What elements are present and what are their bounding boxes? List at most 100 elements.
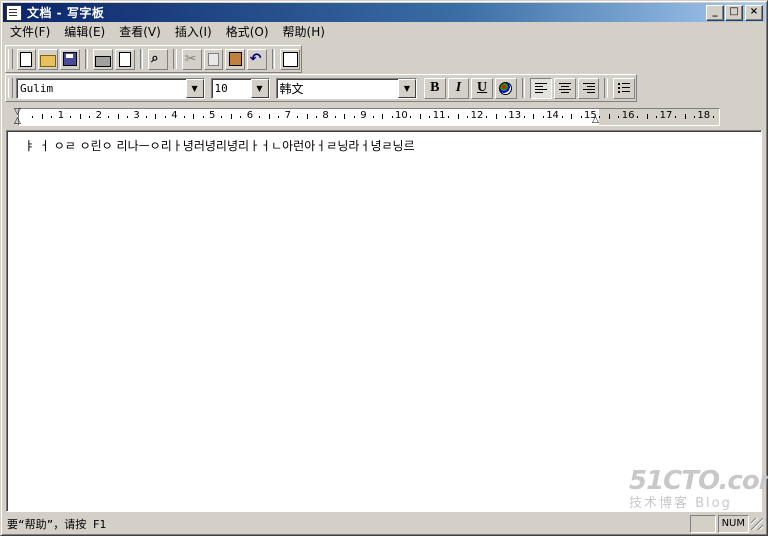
ruler-half-tick: [495, 114, 497, 119]
ruler-half-tick: [79, 114, 81, 119]
resize-grip[interactable]: [751, 518, 763, 530]
italic-button[interactable]: I: [447, 77, 470, 99]
cut-button[interactable]: ✂: [181, 48, 202, 70]
menu-edit[interactable]: 编辑(E): [57, 24, 112, 41]
ruler-number: 16: [621, 110, 635, 121]
format-bar: Gulim ▼ 10 ▼ 韩文 ▼ B I U: [5, 74, 637, 102]
ruler-half-tick: [382, 114, 384, 119]
menu-insert[interactable]: 插入(I): [168, 24, 219, 41]
ruler-dot: [32, 116, 34, 118]
script-select[interactable]: 韩文 ▼: [275, 77, 417, 99]
print-button[interactable]: [93, 48, 114, 70]
title-bar[interactable]: 文档 - 写字板 _ □ ×: [3, 3, 765, 22]
bullets-icon: [618, 83, 631, 93]
ruler-number: 6: [246, 110, 254, 121]
toolbar-separator: [521, 78, 526, 98]
chevron-down-icon[interactable]: ▼: [397, 78, 416, 98]
align-right-button[interactable]: [577, 77, 600, 99]
copy-button[interactable]: [203, 48, 224, 70]
menu-help[interactable]: 帮助(H): [276, 24, 332, 41]
ruler-dot: [504, 116, 506, 118]
watermark: 51CTO.com 技术博客 Blog: [629, 466, 768, 511]
bullets-button[interactable]: [613, 77, 636, 99]
copy-icon: [207, 52, 219, 66]
ruler-dot: [712, 116, 714, 118]
align-center-button[interactable]: [554, 77, 576, 99]
align-left-button[interactable]: [530, 77, 553, 99]
paste-button[interactable]: [225, 48, 245, 70]
ruler-dot: [618, 116, 620, 118]
ruler-half-tick: [457, 114, 459, 119]
ruler-dot: [675, 116, 677, 118]
window-title: 文档 - 写字板: [27, 6, 105, 20]
status-help-text: 要“帮助”，请按 F1: [7, 518, 107, 531]
save-button[interactable]: [59, 48, 80, 70]
toolbar-separator: [271, 49, 276, 69]
menu-format[interactable]: 格式(O): [219, 24, 276, 41]
ruler-dot: [410, 116, 412, 118]
ruler-dot: [448, 116, 450, 118]
ruler-number: 7: [284, 110, 291, 121]
toolbar-grip[interactable]: [8, 49, 13, 69]
toolbar-separator: [173, 49, 177, 69]
ruler-number: 8: [322, 110, 329, 121]
ruler-dot: [656, 116, 658, 118]
chevron-down-icon[interactable]: ▼: [250, 78, 269, 98]
print-icon: [95, 55, 112, 67]
new-button[interactable]: [16, 48, 37, 70]
ruler-strip[interactable]: 1 2 3 4 5 6 7 8 9 10 11 12 13 14 15 16 17 18: [18, 108, 720, 126]
print-preview-icon: [118, 51, 131, 67]
ruler-dot: [202, 116, 204, 118]
undo-button[interactable]: ↶: [246, 48, 267, 70]
underline-button[interactable]: U: [471, 77, 493, 99]
ruler-dot: [561, 116, 563, 118]
close-icon: ×: [749, 6, 759, 17]
ruler-dot: [259, 116, 261, 118]
ruler-number: 4: [171, 110, 178, 121]
ruler-number: 9: [360, 110, 367, 121]
ruler-number: 11: [432, 110, 446, 121]
find-button[interactable]: ⌕: [148, 48, 169, 70]
ruler-number: 1: [57, 110, 65, 121]
ruler-dot: [89, 116, 91, 118]
ruler-dot: [486, 116, 488, 118]
ruler-dot: [391, 116, 393, 118]
date-time-button[interactable]: [280, 48, 300, 70]
font-size-select[interactable]: 10 ▼: [210, 77, 270, 99]
left-indent-marker[interactable]: △: [14, 116, 21, 126]
minimize-icon: _: [712, 6, 718, 17]
close-button[interactable]: ×: [745, 5, 763, 21]
underline-icon: U: [476, 80, 488, 95]
wordpad-app-icon[interactable]: [6, 4, 22, 21]
ruler-number: 12: [470, 110, 484, 121]
document-area[interactable]: ㅑ ㅓ ㅇㄹ ㅇ린ㅇ 리나ㅡㅇ리ㅏ녕러녕리녕리ㅏㅓㄴ아런아ㅓㄹ닝라ㅓ녕ㄹ닝르: [6, 130, 762, 512]
color-button[interactable]: [494, 77, 517, 99]
ruler-number: 13: [508, 110, 522, 121]
bold-button[interactable]: B: [423, 77, 446, 99]
ruler-half-tick: [230, 114, 232, 119]
document-text[interactable]: ㅑ ㅓ ㅇㄹ ㅇ린ㅇ 리나ㅡㅇ리ㅏ녕러녕리녕리ㅏㅓㄴ아런아ㅓㄹ닝라ㅓ녕ㄹ닝르: [24, 137, 415, 154]
ruler-half-tick: [571, 114, 573, 119]
ruler[interactable]: 1 2 3 4 5 6 7 8 9 10 11 12 13 14 15 16 17 18 ▽ △ △: [3, 104, 765, 128]
chevron-down-icon[interactable]: ▼: [185, 78, 204, 98]
status-cell-empty: [689, 515, 716, 533]
right-indent-marker[interactable]: △: [592, 115, 599, 125]
ruler-dot: [467, 116, 469, 118]
maximize-button[interactable]: □: [725, 5, 743, 21]
menu-view[interactable]: 查看(V): [112, 24, 168, 41]
ruler-half-tick: [41, 114, 43, 119]
open-button[interactable]: [38, 48, 58, 70]
ruler-half-tick: [344, 114, 346, 119]
print-preview-button[interactable]: [115, 48, 135, 70]
ruler-half-tick: [646, 114, 648, 119]
ruler-dot: [221, 116, 223, 118]
font-name-select[interactable]: Gulim ▼: [15, 77, 205, 99]
align-center-icon: [558, 83, 571, 93]
menu-file[interactable]: 文件(F): [3, 24, 57, 41]
maximize-icon: □: [729, 6, 739, 17]
status-bar: 要“帮助”，请按 F1 NUM: [3, 514, 765, 534]
ruler-dot: [580, 116, 582, 118]
minimize-button[interactable]: _: [706, 5, 724, 21]
format-bar-grip[interactable]: [8, 78, 13, 98]
ruler-dot: [353, 116, 355, 118]
